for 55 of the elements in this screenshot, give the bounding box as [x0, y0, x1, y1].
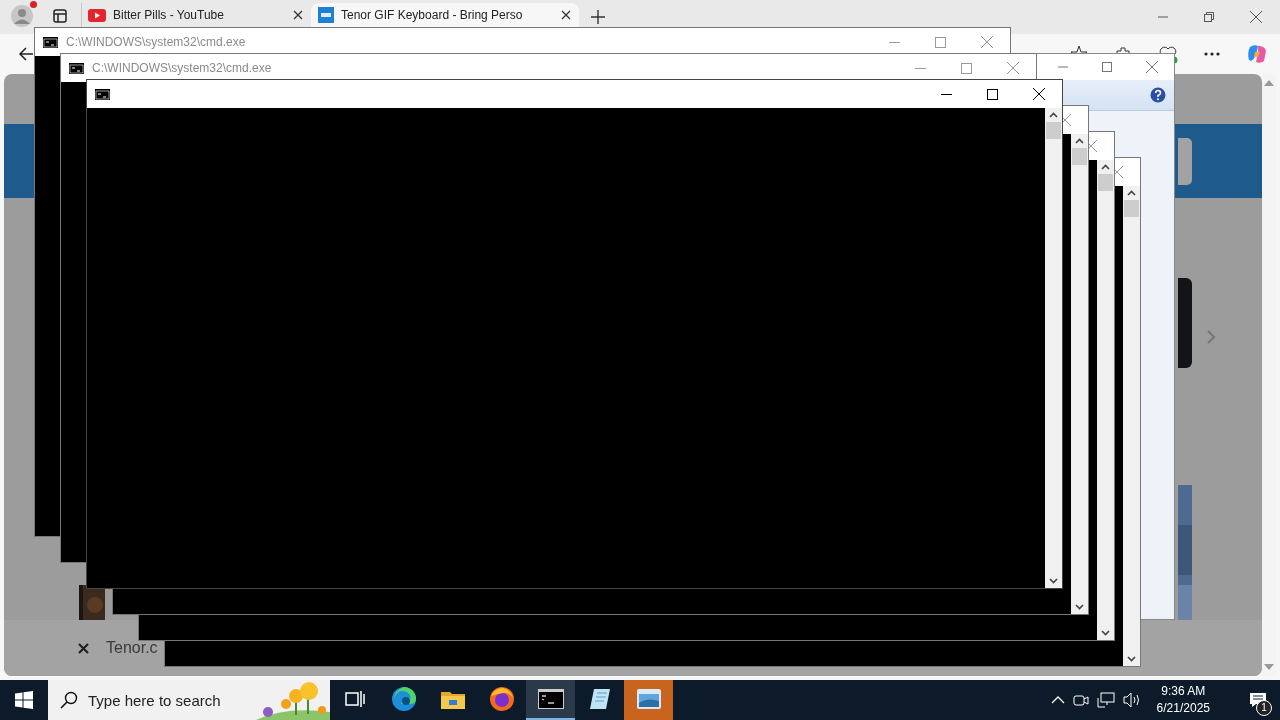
window-title: C:\WINDOWS\system32\cmd.exe [92, 61, 272, 75]
profile-icon[interactable] [11, 5, 33, 27]
maximize-icon[interactable] [987, 88, 998, 100]
fox-icon [488, 686, 515, 712]
scroll-up-icon[interactable] [1127, 190, 1136, 196]
network-icon[interactable] [1096, 692, 1115, 708]
task-view-icon [344, 690, 365, 708]
banner-text: Tenor.c [106, 639, 158, 657]
window-icon [636, 689, 661, 709]
scrollbar[interactable] [1097, 160, 1114, 640]
scroll-thumb[interactable] [1046, 122, 1061, 139]
folder-icon [440, 689, 465, 709]
scrollbar[interactable] [1045, 108, 1062, 588]
copilot-icon[interactable] [1246, 43, 1268, 65]
chevron-up-icon[interactable] [1050, 696, 1065, 704]
clock-date[interactable]: 6/21/2025 [1156, 700, 1210, 717]
scroll-up-icon[interactable] [1049, 112, 1058, 118]
gif-icon [318, 7, 334, 23]
scroll-thumb[interactable] [1072, 148, 1087, 165]
scrollbar[interactable] [1123, 186, 1140, 666]
terminal-icon [95, 88, 110, 100]
scroll-down-icon[interactable] [1101, 630, 1110, 636]
close-icon[interactable] [1250, 11, 1262, 23]
scroll-thumb[interactable] [1098, 174, 1113, 191]
notification-count: 1 [1256, 700, 1272, 716]
back-arrow-icon[interactable] [18, 46, 34, 62]
restore-icon[interactable] [1204, 12, 1214, 22]
play-icon [88, 8, 106, 22]
windows-start-icon[interactable] [15, 691, 33, 709]
clock-time[interactable]: 9:36 AM [1161, 683, 1206, 700]
scroll-up-icon[interactable] [1101, 164, 1110, 170]
search-icon [60, 691, 78, 709]
taskbar-app[interactable] [526, 680, 575, 720]
scroll-thumb[interactable] [1124, 200, 1139, 217]
scroll-up-icon[interactable] [1075, 138, 1084, 144]
scroll-down-icon[interactable] [1049, 578, 1058, 584]
more-icon[interactable] [1204, 52, 1220, 56]
sidebar-icon[interactable] [53, 9, 67, 23]
window-title: C:\WINDOWS\system32\cmd.exe [66, 35, 246, 49]
edge-icon [390, 686, 417, 712]
browser-tab[interactable]: Tenor GIF Keyboard - Bring Perso [311, 3, 579, 27]
help-icon[interactable] [1150, 87, 1166, 103]
terminal-icon [537, 689, 564, 709]
close-icon[interactable] [78, 642, 89, 654]
close-icon[interactable] [293, 10, 303, 20]
terminal-icon [43, 36, 58, 48]
camera-icon[interactable] [1072, 692, 1089, 708]
scroll-down-icon[interactable] [1127, 656, 1136, 662]
close-icon[interactable] [561, 10, 571, 20]
scroll-down-icon[interactable] [1075, 604, 1084, 610]
new-tab-icon[interactable] [591, 10, 605, 24]
close-icon[interactable] [1033, 88, 1045, 100]
notepad-icon [587, 687, 612, 711]
scrollbar[interactable] [1071, 134, 1088, 614]
terminal-icon [69, 62, 84, 74]
